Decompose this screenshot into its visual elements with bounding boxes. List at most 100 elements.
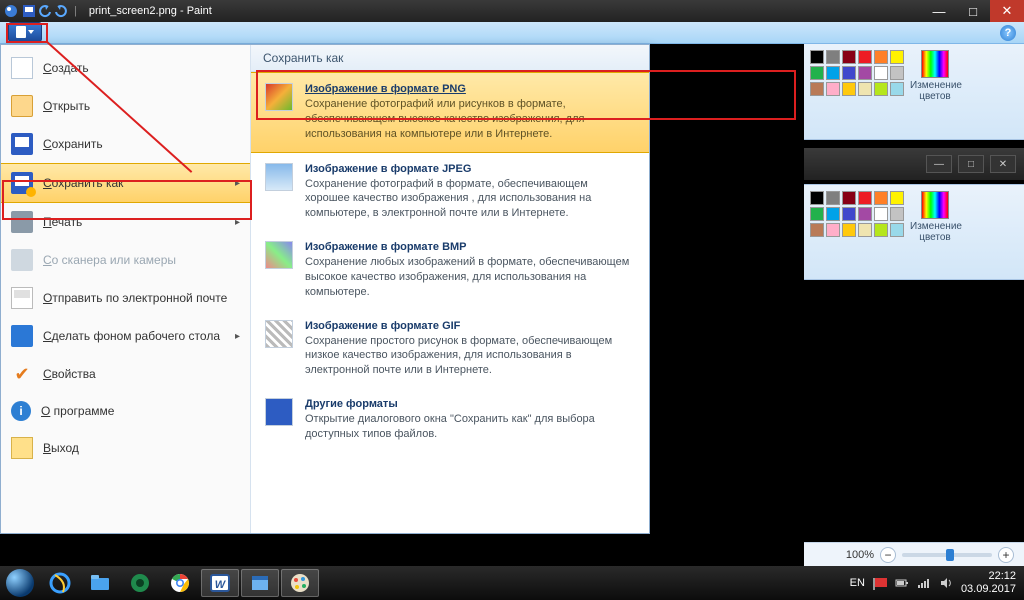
qat-redo-icon[interactable] <box>54 4 68 18</box>
file-menu-item-4[interactable]: Печать▸ <box>1 203 250 241</box>
saveas-format-jpeg[interactable]: Изображение в формате JPEGСохранение фот… <box>251 153 649 232</box>
color-swatch[interactable] <box>858 82 872 96</box>
color-swatch[interactable] <box>810 50 824 64</box>
jpeg-format-icon <box>265 163 293 191</box>
taskbar-word-icon[interactable]: W <box>201 569 239 597</box>
qat-undo-icon[interactable] <box>38 4 52 18</box>
color-swatch[interactable] <box>842 223 856 237</box>
color-swatch[interactable] <box>826 191 840 205</box>
taskbar-app-green-icon[interactable] <box>121 569 159 597</box>
taskbar-chrome-icon[interactable] <box>161 569 199 597</box>
bgwin-minimize-button[interactable]: — <box>926 155 952 173</box>
tray-volume-icon[interactable] <box>939 576 953 590</box>
edit-colors-button-2[interactable]: Изменение цветов <box>910 191 960 243</box>
format-title: Изображение в формате GIF <box>305 320 460 332</box>
zoom-in-button[interactable]: + <box>998 547 1014 563</box>
file-menu-command-list: СоздатьОткрытьСохранитьСохранить как▸Печ… <box>1 45 251 533</box>
save-as-header: Сохранить как <box>251 45 649 72</box>
color-swatch[interactable] <box>810 191 824 205</box>
floppy-icon <box>11 133 33 155</box>
color-swatch[interactable] <box>874 223 888 237</box>
file-menu-item-8[interactable]: ✔Свойства <box>1 355 250 393</box>
window-maximize-button[interactable]: □ <box>956 0 990 22</box>
file-menu-item-1[interactable]: Открыть <box>1 87 250 125</box>
file-menu-item-6[interactable]: Отправить по электронной почте <box>1 279 250 317</box>
tray-network-icon[interactable] <box>917 576 931 590</box>
color-swatch[interactable] <box>874 66 888 80</box>
color-swatch[interactable] <box>858 50 872 64</box>
file-menu-item-label: Свойства <box>43 367 96 381</box>
color-swatch[interactable] <box>858 223 872 237</box>
color-swatch[interactable] <box>890 82 904 96</box>
start-button[interactable] <box>0 566 40 600</box>
format-description: Сохранение фотографий или рисунков в фор… <box>305 97 635 142</box>
color-swatch[interactable] <box>874 50 888 64</box>
printer-icon <box>11 211 33 233</box>
taskbar-window-icon[interactable] <box>241 569 279 597</box>
file-menu-item-9[interactable]: iО программе <box>1 393 250 429</box>
window-minimize-button[interactable]: — <box>922 0 956 22</box>
color-swatch[interactable] <box>810 66 824 80</box>
color-swatch[interactable] <box>890 50 904 64</box>
format-description: Открытие диалогового окна "Сохранить как… <box>305 412 635 442</box>
color-swatch[interactable] <box>842 50 856 64</box>
zoom-slider-thumb[interactable] <box>946 549 954 561</box>
edit-colors-label-2: Изменение цветов <box>910 221 962 243</box>
file-menu-item-label: Отправить по электронной почте <box>43 291 227 305</box>
color-swatch[interactable] <box>890 191 904 205</box>
color-swatch[interactable] <box>810 223 824 237</box>
color-swatch[interactable] <box>874 207 888 221</box>
color-swatch[interactable] <box>810 82 824 96</box>
color-swatch[interactable] <box>890 207 904 221</box>
color-swatch[interactable] <box>842 82 856 96</box>
color-swatch[interactable] <box>842 191 856 205</box>
saveas-format-gif[interactable]: Изображение в формате GIFСохранение прос… <box>251 310 649 389</box>
edit-colors-button[interactable]: Изменение цветов <box>910 50 960 102</box>
color-swatch[interactable] <box>858 66 872 80</box>
file-menu-item-label: Выход <box>43 441 79 455</box>
color-swatch[interactable] <box>810 207 824 221</box>
color-swatch[interactable] <box>826 50 840 64</box>
color-swatch[interactable] <box>842 207 856 221</box>
tray-flag-icon[interactable] <box>873 576 887 590</box>
saveas-format-png[interactable]: Изображение в формате PNGСохранение фото… <box>251 72 649 153</box>
zoom-out-button[interactable]: − <box>880 547 896 563</box>
color-swatch[interactable] <box>826 66 840 80</box>
color-swatch[interactable] <box>890 223 904 237</box>
color-swatch[interactable] <box>826 82 840 96</box>
color-swatch[interactable] <box>826 223 840 237</box>
paint-app-icon <box>4 4 18 18</box>
window-close-button[interactable]: ✕ <box>990 0 1024 22</box>
file-menu-button[interactable] <box>8 22 42 42</box>
saveas-format-other[interactable]: Другие форматыОткрытие диалогового окна … <box>251 388 649 452</box>
color-swatch[interactable] <box>858 207 872 221</box>
help-icon[interactable]: ? <box>1000 25 1016 41</box>
saveas-format-bmp[interactable]: Изображение в формате BMPСохранение любы… <box>251 231 649 310</box>
taskbar-ie-icon[interactable] <box>41 569 79 597</box>
bgwin-close-button[interactable]: ✕ <box>990 155 1016 173</box>
color-swatch[interactable] <box>874 82 888 96</box>
tray-battery-icon[interactable] <box>895 576 909 590</box>
color-swatch[interactable] <box>874 191 888 205</box>
color-swatch[interactable] <box>858 191 872 205</box>
qat-save-icon[interactable] <box>22 4 36 18</box>
color-swatch[interactable] <box>890 66 904 80</box>
file-menu-item-2[interactable]: Сохранить <box>1 125 250 163</box>
taskbar-paint-icon[interactable] <box>281 569 319 597</box>
bgwin-maximize-button[interactable]: □ <box>958 155 984 173</box>
color-swatches[interactable] <box>810 50 904 96</box>
color-swatch[interactable] <box>842 66 856 80</box>
submenu-arrow-icon: ▸ <box>235 217 240 228</box>
file-menu-item-7[interactable]: Сделать фоном рабочего стола▸ <box>1 317 250 355</box>
file-menu-item-0[interactable]: Создать <box>1 49 250 87</box>
taskbar-explorer-icon[interactable] <box>81 569 119 597</box>
spectrum-icon <box>921 50 949 78</box>
tray-clock[interactable]: 22:12 03.09.2017 <box>961 570 1016 595</box>
language-indicator[interactable]: EN <box>850 577 865 589</box>
color-swatch[interactable] <box>826 207 840 221</box>
file-menu-item-10[interactable]: Выход <box>1 429 250 467</box>
zoom-slider[interactable] <box>902 553 992 557</box>
color-swatches-2[interactable] <box>810 191 904 237</box>
file-menu-item-3[interactable]: Сохранить как▸ <box>1 163 250 203</box>
submenu-arrow-icon: ▸ <box>235 178 240 189</box>
